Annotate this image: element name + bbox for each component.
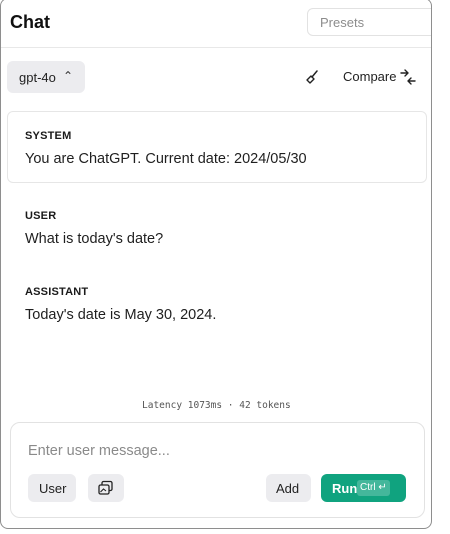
header: Chat Presets — [1, 0, 431, 48]
chat-panel: Chat Presets gpt-4o ⌃ Compare SYSTEM You… — [0, 0, 432, 529]
system-message-box[interactable] — [7, 111, 427, 183]
shortcut-hint: Ctrl ↵ — [357, 480, 390, 496]
role-toggle-button[interactable]: User — [28, 474, 76, 502]
role-label-user: USER — [25, 210, 57, 222]
model-selector[interactable]: gpt-4o ⌃ — [7, 61, 85, 93]
broom-icon[interactable] — [305, 69, 321, 85]
system-message-text[interactable]: You are ChatGPT. Current date: 2024/05/3… — [25, 151, 307, 167]
assistant-message-text[interactable]: Today's date is May 30, 2024. — [25, 307, 216, 323]
composer: User Add Run Ctrl ↵ — [10, 422, 425, 518]
compare-icon[interactable] — [399, 68, 417, 86]
page-title: Chat — [10, 12, 50, 32]
attach-image-button[interactable] — [88, 474, 124, 502]
message-input[interactable] — [28, 443, 408, 459]
add-label: Add — [276, 481, 300, 496]
run-button[interactable]: Run Ctrl ↵ — [321, 474, 406, 502]
role-label-assistant: ASSISTANT — [25, 286, 89, 298]
user-message-text[interactable]: What is today's date? — [25, 231, 163, 247]
latency-status: Latency 1073ms · 42 tokens — [142, 400, 291, 411]
role-label-system: SYSTEM — [25, 130, 72, 142]
run-label: Run — [332, 481, 358, 496]
presets-select[interactable]: Presets — [307, 8, 431, 36]
compare-button[interactable]: Compare — [343, 69, 396, 84]
role-toggle-label: User — [39, 481, 67, 496]
image-attach-icon — [98, 480, 113, 495]
model-label: gpt-4o — [19, 70, 56, 85]
presets-placeholder: Presets — [320, 15, 365, 30]
add-button[interactable]: Add — [266, 474, 311, 502]
chevron-updown-icon: ⌃ — [63, 69, 74, 83]
